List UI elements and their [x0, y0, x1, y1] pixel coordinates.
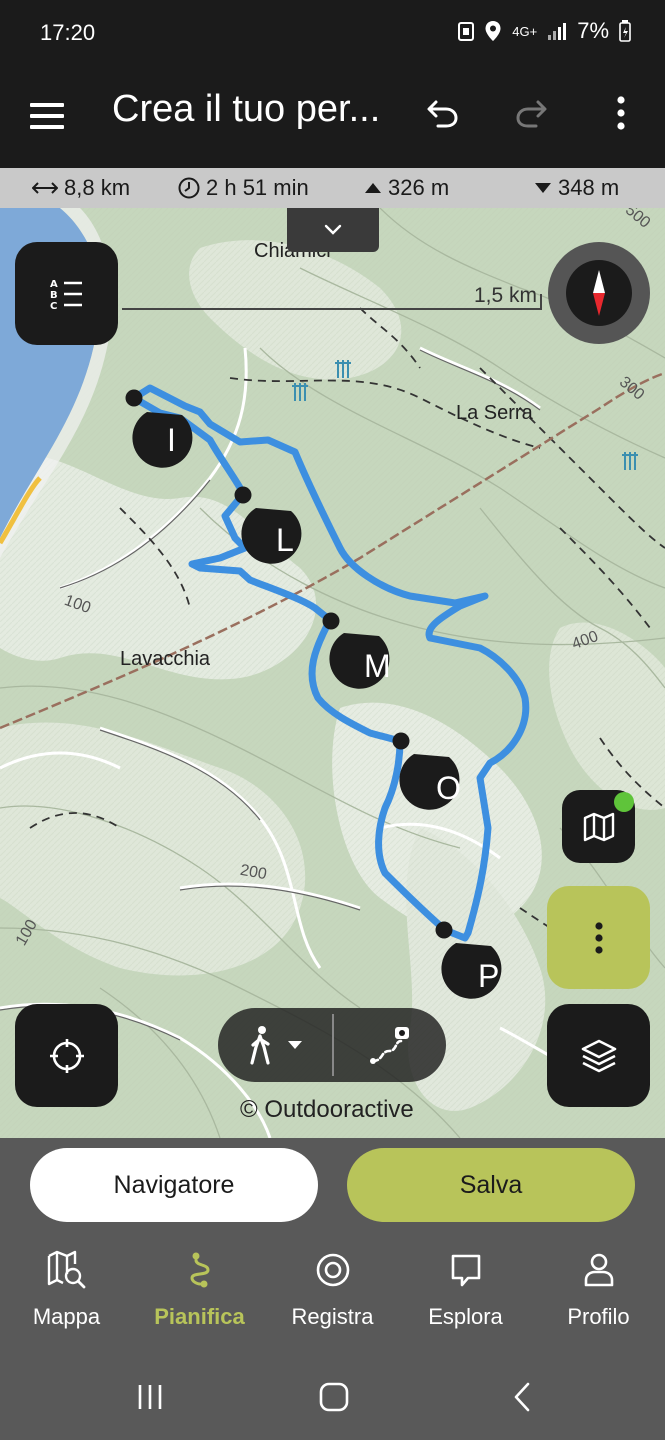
stat-descent: 348 m	[534, 175, 619, 201]
waypoint-dot[interactable]	[234, 486, 252, 504]
caret-down-icon	[288, 1041, 302, 1049]
status-time: 17:20	[40, 20, 96, 45]
nav-item-profilo[interactable]: Profilo	[532, 1250, 665, 1330]
expand-panel-tab[interactable]	[287, 208, 379, 252]
battery-icon	[619, 20, 631, 42]
route-type-button[interactable]	[334, 1008, 446, 1082]
activity-selector[interactable]	[218, 1008, 332, 1082]
waypoint-label: M	[364, 648, 391, 684]
stat-distance: 8,8 km	[32, 175, 130, 201]
waypoint-label: O	[436, 770, 461, 806]
map-layers-button[interactable]	[547, 1004, 650, 1107]
map-icon	[583, 812, 614, 841]
nav-label: Profilo	[567, 1304, 630, 1329]
abc-list-icon: A B C	[50, 279, 82, 312]
ascent-icon	[365, 183, 381, 193]
app-bar: Crea il tuo per...	[0, 66, 665, 168]
status-bar: 17:20 4G+ 7%	[0, 0, 665, 66]
record-icon	[316, 1253, 349, 1287]
chevron-down-icon	[324, 224, 342, 235]
compass-needle-icon	[593, 270, 605, 316]
profile-icon	[584, 1253, 613, 1287]
waypoint-dot[interactable]	[435, 921, 453, 939]
location-icon	[485, 21, 501, 41]
waypoint-list-button[interactable]: A B C	[15, 242, 118, 345]
svg-text:C: C	[50, 301, 57, 312]
locate-me-button[interactable]	[15, 1004, 118, 1107]
crosshair-icon	[49, 1038, 84, 1073]
waypoint-dot[interactable]	[392, 732, 410, 750]
undo-icon[interactable]	[418, 88, 468, 138]
hamburger-menu-icon[interactable]	[30, 94, 74, 138]
layers-icon	[581, 1039, 616, 1072]
waypoint-dot[interactable]	[125, 389, 143, 407]
back-icon[interactable]	[502, 1380, 542, 1414]
svg-text:B: B	[50, 290, 58, 301]
home-icon[interactable]	[314, 1380, 354, 1414]
status-icons: 4G+ 7%	[458, 18, 631, 44]
nav-item-registra[interactable]: Registra	[266, 1250, 399, 1330]
map-more-button[interactable]	[547, 886, 650, 989]
nav-label: Pianifica	[154, 1304, 245, 1329]
recent-apps-icon[interactable]	[130, 1380, 170, 1414]
signal-icon	[548, 23, 567, 40]
distance-icon	[32, 182, 58, 194]
notification-icon	[458, 22, 475, 41]
route-stats-bar: 8,8 km 2 h 51 min 326 m 348 m	[0, 168, 665, 208]
more-vertical-icon[interactable]	[596, 88, 646, 138]
action-bar: Navigatore Salva	[0, 1138, 665, 1234]
save-button[interactable]: Salva	[347, 1148, 635, 1222]
waypoint-label: I	[167, 422, 176, 458]
waypoint-layer	[125, 389, 502, 999]
navigator-button[interactable]: Navigatore	[30, 1148, 318, 1222]
battery-percent: 7%	[577, 18, 609, 43]
explore-icon	[451, 1254, 480, 1287]
map-search-icon	[47, 1250, 85, 1289]
clock-icon	[178, 177, 200, 199]
nav-label: Mappa	[32, 1304, 101, 1329]
map-view[interactable]: Chiamici La Serra Lavacchia 500 300 400 …	[0, 208, 665, 1138]
descent-icon	[535, 183, 551, 193]
nav-item-esplora[interactable]: Esplora	[399, 1250, 532, 1330]
map-copyright: © Outdooractive	[240, 1096, 414, 1123]
nav-label: Esplora	[428, 1304, 503, 1329]
more-vertical-icon	[594, 921, 603, 954]
redo-icon[interactable]	[506, 88, 556, 138]
waypoint-dot[interactable]	[322, 612, 340, 630]
svg-text:A: A	[50, 279, 58, 290]
route-mode-selector	[218, 1008, 446, 1082]
route-plan-icon	[189, 1252, 210, 1288]
page-title: Crea il tuo per...	[112, 88, 381, 130]
waypoint-label: P	[478, 958, 500, 994]
route-flag-icon	[370, 1027, 409, 1064]
compass-button[interactable]	[548, 242, 650, 344]
nav-label: Registra	[291, 1304, 374, 1329]
hiking-icon	[250, 1026, 270, 1065]
nav-item-pianifica[interactable]: Pianifica	[133, 1250, 266, 1330]
stat-ascent: 326 m	[364, 175, 449, 201]
waypoint-marker-i[interactable]	[132, 412, 193, 468]
network-type: 4G+	[512, 23, 538, 39]
status-dot	[614, 792, 634, 812]
stat-duration: 2 h 51 min	[178, 175, 309, 201]
system-navigation	[0, 1352, 665, 1440]
nav-item-mappa[interactable]: Mappa	[0, 1250, 133, 1330]
bottom-navigation: Mappa Pianifica Registra Esplora Profilo	[0, 1234, 665, 1352]
waypoint-label: L	[276, 522, 294, 558]
